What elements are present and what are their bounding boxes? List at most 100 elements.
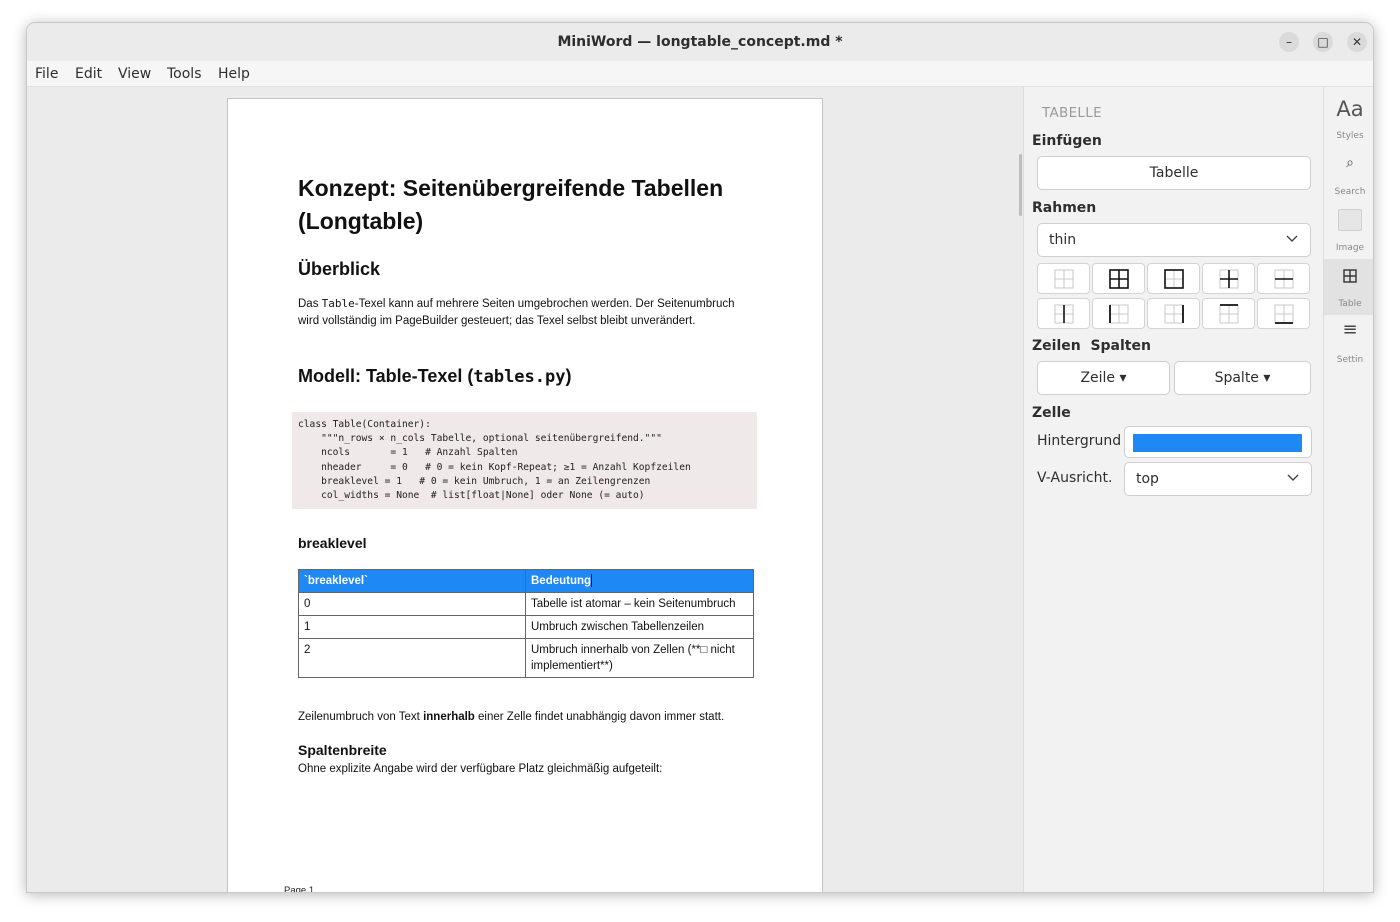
border-top-icon [1219, 304, 1239, 324]
border-all-button[interactable] [1092, 263, 1145, 294]
border-right-button[interactable] [1147, 298, 1200, 329]
border-vertical-icon [1054, 304, 1074, 324]
sidebar-item-styles[interactable]: Aa Styles [1324, 91, 1373, 147]
sidebar-item-settings[interactable]: ≡ Settin [1324, 315, 1373, 371]
background-label: Hintergrund [1037, 433, 1122, 449]
table-cell[interactable]: 2 [298, 638, 526, 678]
code-block[interactable]: class Table(Container): """n_rows × n_co… [292, 412, 757, 509]
table-cell[interactable]: Tabelle ist atomar – kein Seitenumbruch [525, 592, 754, 616]
section-rows-cols: Zeilen Spalten [1032, 338, 1151, 354]
section-border: Rahmen [1032, 200, 1097, 216]
properties-panel: TABELLE Einfügen Tabelle Rahmen thin Zei… [1023, 87, 1323, 892]
sidebar-item-image[interactable]: Image [1324, 203, 1373, 259]
border-outer-button[interactable] [1147, 263, 1200, 294]
border-horizontal-icon [1274, 269, 1294, 289]
sidebar-label: Table [1338, 299, 1362, 309]
valign-value: top [1136, 471, 1159, 487]
table-header-cell[interactable]: `breaklevel` [298, 569, 526, 593]
code-line: class Table(Container): [298, 419, 431, 430]
table-header-row[interactable]: `breaklevel` Bedeutung [298, 569, 754, 593]
border-bottom-button[interactable] [1257, 298, 1310, 329]
text-cursor [591, 574, 593, 588]
valign-label: V-Ausricht. [1037, 470, 1113, 486]
sidebar-label: Image [1335, 243, 1365, 253]
menu-tools[interactable]: Tools [167, 61, 202, 87]
code-line: """n_rows × n_cols Tabelle, optional sei… [298, 433, 662, 444]
document-area[interactable]: Konzept: Seitenübergreifende Tabellen (L… [27, 87, 1023, 893]
heading-code: tables.py [473, 367, 566, 387]
paragraph-wrap[interactable]: Zeilenumbruch von Text innerhalb einer Z… [298, 709, 724, 726]
paragraph-overview[interactable]: Das Table-Texel kann auf mehrere Seiten … [298, 295, 748, 330]
border-left-icon [1109, 304, 1129, 324]
row-menu-button[interactable]: Zeile ▾ [1037, 361, 1170, 395]
border-bottom-icon [1274, 304, 1294, 324]
menu-file[interactable]: File [35, 61, 58, 87]
title-bar: MiniWord — longtable_concept.md * – □ ✕ [27, 23, 1373, 61]
border-preset-grid [1037, 263, 1312, 329]
menu-help[interactable]: Help [218, 61, 250, 87]
panel-title: TABELLE [1042, 105, 1102, 121]
heading-colwidth[interactable]: Spaltenbreite [298, 742, 387, 758]
valign-dropdown[interactable]: top [1124, 462, 1312, 496]
breaklevel-table[interactable]: `breaklevel` Bedeutung 0 Tabelle ist ato… [298, 569, 754, 678]
border-inner-icon [1219, 269, 1239, 289]
table-row[interactable]: 1 Umbruch zwischen Tabellenzeilen [298, 615, 754, 639]
code-line: ncols = 1 # Anzahl Spalten [298, 447, 518, 458]
table-cell[interactable]: Umbruch zwischen Tabellenzeilen [525, 615, 754, 639]
sidebar-item-table[interactable]: Table [1324, 259, 1373, 315]
insert-table-button[interactable]: Tabelle [1037, 156, 1311, 190]
sidebar-item-search[interactable]: ⌕ Search [1324, 147, 1373, 203]
table-row[interactable]: 2 Umbruch innerhalb von Zellen (**□ nich… [298, 638, 754, 678]
border-inner-button[interactable] [1202, 263, 1255, 294]
document-title[interactable]: Konzept: Seitenübergreifende Tabellen (L… [298, 172, 768, 238]
menu-bar: File Edit View Tools Help [27, 61, 1373, 87]
maximize-button[interactable]: □ [1313, 32, 1333, 52]
border-vertical-button[interactable] [1037, 298, 1090, 329]
border-all-icon [1109, 269, 1129, 289]
styles-icon: Aa [1336, 97, 1364, 121]
border-horizontal-button[interactable] [1257, 263, 1310, 294]
table-cell[interactable]: 1 [298, 615, 526, 639]
heading-model[interactable]: Modell: Table-Texel (tables.py) [298, 366, 571, 387]
minimize-button[interactable]: – [1279, 32, 1299, 52]
sidebar-label: Styles [1336, 131, 1364, 141]
background-color-swatch [1133, 434, 1302, 452]
window-title: MiniWord — longtable_concept.md * [557, 34, 843, 50]
code-line: breaklevel = 1 # 0 = kein Umbruch, 1 = a… [298, 476, 651, 487]
border-none-icon [1054, 269, 1074, 289]
table-row[interactable]: 0 Tabelle ist atomar – kein Seitenumbruc… [298, 592, 754, 616]
page-number: Page 1 [284, 885, 315, 893]
border-right-icon [1164, 304, 1184, 324]
heading-breaklevel[interactable]: breaklevel [298, 535, 367, 551]
table-header-cell[interactable]: Bedeutung [525, 569, 754, 593]
border-style-value: thin [1049, 232, 1077, 248]
table-cell[interactable]: Umbruch innerhalb von Zellen (**□ nicht … [525, 638, 754, 678]
app-window: MiniWord — longtable_concept.md * – □ ✕ … [26, 22, 1374, 893]
inline-code: Table [321, 297, 355, 310]
heading-overview[interactable]: Überblick [298, 259, 380, 280]
paragraph-colwidth[interactable]: Ohne explizite Angabe wird der verfügbar… [298, 761, 662, 778]
background-color-button[interactable] [1124, 426, 1312, 458]
chevron-down-icon [1287, 474, 1299, 481]
tool-sidebar: Aa Styles ⌕ Search Image Table ≡ Settin [1323, 87, 1373, 892]
chevron-down-icon [1286, 235, 1298, 242]
table-icon [1343, 269, 1357, 283]
border-none-button[interactable] [1037, 263, 1090, 294]
border-top-button[interactable] [1202, 298, 1255, 329]
menu-view[interactable]: View [118, 61, 151, 87]
column-menu-button[interactable]: Spalte ▾ [1174, 361, 1311, 395]
image-icon [1338, 209, 1362, 231]
section-insert: Einfügen [1032, 133, 1102, 149]
border-outer-icon [1164, 269, 1184, 289]
vertical-scrollbar[interactable] [1019, 154, 1022, 216]
close-button[interactable]: ✕ [1347, 32, 1367, 52]
menu-edit[interactable]: Edit [75, 61, 102, 87]
section-cell: Zelle [1032, 405, 1071, 421]
border-left-button[interactable] [1092, 298, 1145, 329]
sidebar-label: Settin [1336, 355, 1364, 365]
border-style-dropdown[interactable]: thin [1037, 223, 1311, 257]
table-cell[interactable]: 0 [298, 592, 526, 616]
document-page[interactable]: Konzept: Seitenübergreifende Tabellen (L… [227, 98, 823, 893]
code-line: col_widths = None # list[float|None] ode… [298, 490, 645, 501]
search-icon: ⌕ [1346, 155, 1354, 171]
